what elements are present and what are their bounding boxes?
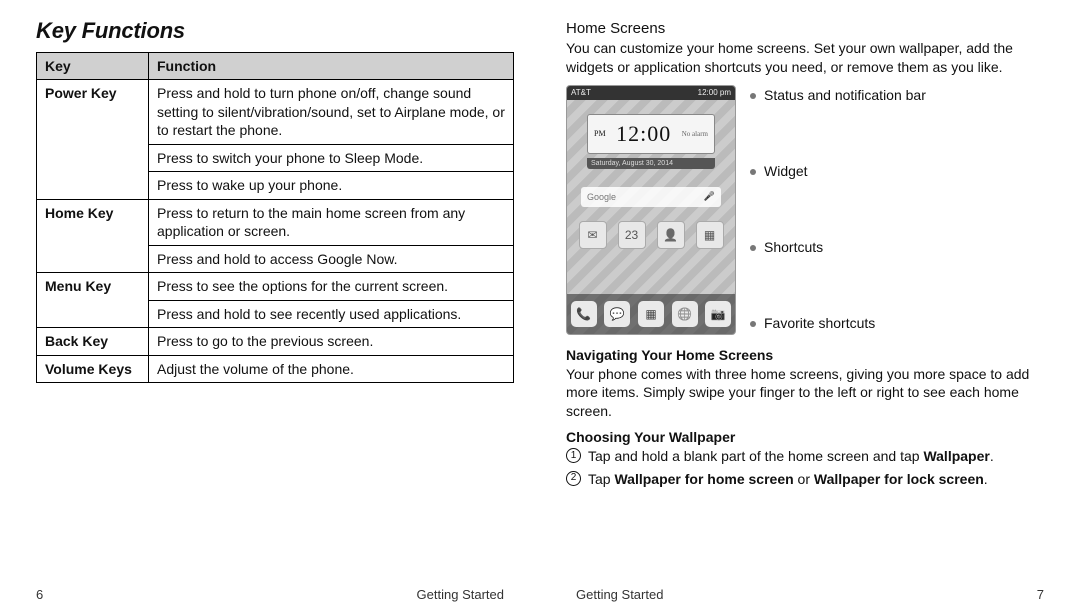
heading-navigating: Navigating Your Home Screens	[566, 347, 1044, 363]
callout-status-bar: Status and notification bar	[750, 87, 1044, 103]
alarm-label: No alarm	[682, 130, 708, 138]
shortcut-apps: ▦	[696, 221, 724, 249]
two-page-spread: Key Functions Key Function Power Key Pre…	[0, 0, 1080, 612]
step-text: Tap and hold a blank part of the home sc…	[588, 448, 923, 464]
th-function: Function	[149, 53, 514, 80]
search-label: Google	[587, 192, 616, 202]
table-row: Home Key Press to return to the main hom…	[37, 199, 514, 245]
step-text: Tap	[588, 471, 614, 487]
time-label: 12:00	[616, 121, 671, 147]
key-name: Home Key	[37, 199, 149, 272]
shortcut-row: ✉ 23 👤 ▦	[573, 221, 729, 249]
page-footer: 6 Getting Started	[36, 587, 504, 602]
phone-illustration-block: AT&T 12:00 pm PM 12:00 No alarm Saturday…	[566, 85, 1044, 335]
table-row: Power Key Press and hold to turn phone o…	[37, 80, 514, 144]
key-name: Volume Keys	[37, 355, 149, 382]
key-name: Back Key	[37, 328, 149, 355]
key-desc: Press and hold to turn phone on/off, cha…	[149, 80, 514, 144]
section-label: Getting Started	[576, 587, 663, 602]
fav-messaging-icon: 💬	[604, 301, 630, 327]
heading-home-screens: Home Screens	[566, 20, 1044, 37]
status-clock: 12:00 pm	[698, 88, 731, 97]
page-footer: Getting Started 7	[576, 587, 1044, 602]
mic-icon: 🎤	[704, 191, 715, 202]
shortcut-contacts: 👤	[657, 221, 685, 249]
key-name: Menu Key	[37, 273, 149, 328]
step-bold: Wallpaper	[923, 448, 989, 464]
section-title: Key Functions	[36, 18, 514, 44]
fav-apps-icon: ▦	[638, 301, 664, 327]
page-7: Home Screens You can customize your home…	[540, 0, 1080, 612]
step-number-icon: 1	[566, 448, 581, 463]
step-bold: Wallpaper for lock screen	[814, 471, 984, 487]
section-label: Getting Started	[417, 587, 504, 602]
page-6: Key Functions Key Function Power Key Pre…	[0, 0, 540, 612]
step-text: .	[990, 448, 994, 464]
table-row: Menu Key Press to see the options for th…	[37, 273, 514, 300]
callout-favorites: Favorite shortcuts	[750, 315, 1044, 331]
search-widget: Google 🎤	[581, 187, 721, 207]
page-number: 7	[1037, 587, 1044, 602]
step-number-icon: 2	[566, 471, 581, 486]
key-desc: Press and hold to access Google Now.	[149, 245, 514, 272]
phone-screenshot: AT&T 12:00 pm PM 12:00 No alarm Saturday…	[566, 85, 736, 335]
step-text: or	[794, 471, 814, 487]
key-desc: Press to go to the previous screen.	[149, 328, 514, 355]
callout-widget: Widget	[750, 163, 1044, 179]
step-text: .	[984, 471, 988, 487]
step-bold: Wallpaper for home screen	[614, 471, 793, 487]
table-row: Volume Keys Adjust the volume of the pho…	[37, 355, 514, 382]
key-desc: Press to switch your phone to Sleep Mode…	[149, 144, 514, 171]
step-1: 1 Tap and hold a blank part of the home …	[566, 447, 1044, 466]
key-desc: Press to return to the main home screen …	[149, 199, 514, 245]
status-bar: AT&T 12:00 pm	[567, 86, 735, 100]
paragraph: You can customize your home screens. Set…	[566, 39, 1044, 77]
page-number: 6	[36, 587, 43, 602]
favorite-row: 📞 💬 ▦ 🌐 📷	[567, 294, 735, 334]
th-key: Key	[37, 53, 149, 80]
key-desc: Press and hold to see recently used appl…	[149, 300, 514, 327]
carrier-label: AT&T	[571, 88, 591, 97]
key-name: Power Key	[37, 80, 149, 199]
fav-phone-icon: 📞	[571, 301, 597, 327]
key-desc: Press to see the options for the current…	[149, 273, 514, 300]
fav-camera-icon: 📷	[705, 301, 731, 327]
callout-labels: Status and notification bar Widget Short…	[750, 85, 1044, 335]
shortcut-email: ✉	[579, 221, 607, 249]
clock-widget: PM 12:00 No alarm	[587, 114, 715, 154]
date-strip: Saturday, August 30, 2014	[587, 158, 715, 169]
steps-list: 1 Tap and hold a blank part of the home …	[566, 447, 1044, 489]
paragraph: Your phone comes with three home screens…	[566, 365, 1044, 421]
ampm-label: PM	[594, 129, 606, 138]
shortcut-calendar: 23	[618, 221, 646, 249]
callout-shortcuts: Shortcuts	[750, 239, 1044, 255]
table-row: Back Key Press to go to the previous scr…	[37, 328, 514, 355]
fav-browser-icon: 🌐	[672, 301, 698, 327]
step-2: 2 Tap Wallpaper for home screen or Wallp…	[566, 470, 1044, 489]
key-functions-table: Key Function Power Key Press and hold to…	[36, 52, 514, 383]
key-desc: Press to wake up your phone.	[149, 172, 514, 199]
key-desc: Adjust the volume of the phone.	[149, 355, 514, 382]
heading-wallpaper: Choosing Your Wallpaper	[566, 429, 1044, 445]
